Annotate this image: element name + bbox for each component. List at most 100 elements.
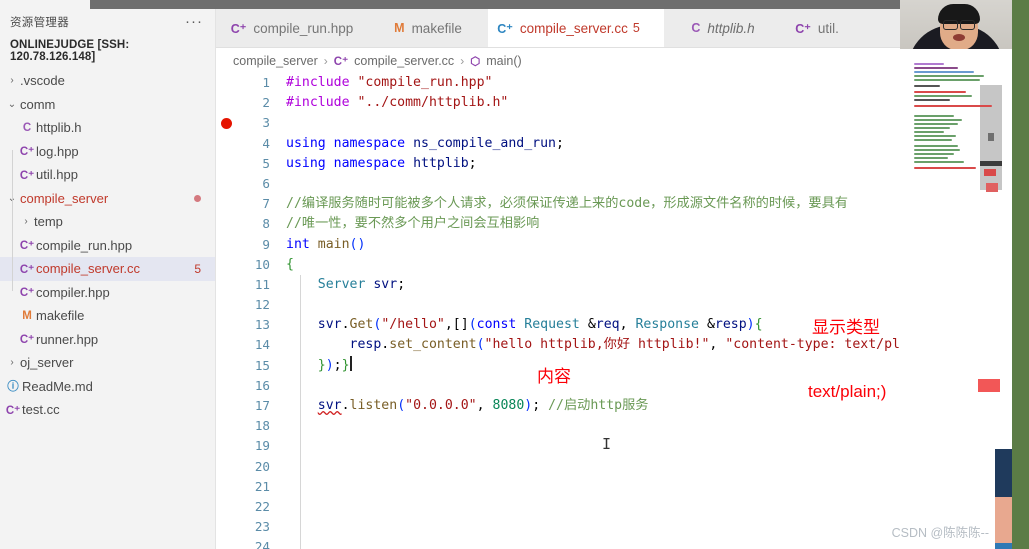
- line-number: 20: [254, 458, 270, 474]
- line-text: using namespace ns_compile_and_run;: [286, 135, 564, 151]
- line-number: 13: [254, 317, 270, 333]
- cpp-file-icon: C⁺: [19, 146, 35, 159]
- text-caret: [349, 355, 352, 371]
- sidebar-item-compiler-hpp[interactable]: C⁺ compiler.hpp: [0, 281, 215, 305]
- explorer-header: 资源管理器 ···: [0, 9, 215, 35]
- workspace-root-label[interactable]: ONLINEJUDGE [SSH: 120.78.126.148]: [0, 35, 215, 69]
- line-number: 22: [254, 498, 270, 514]
- sidebar-item-label: .vscode: [20, 73, 65, 89]
- sidebar-item-label: makefile: [36, 308, 85, 324]
- indent-guide: [300, 275, 301, 549]
- breadcrumb-part[interactable]: compile_server: [233, 54, 318, 68]
- line-number: 9: [262, 236, 270, 252]
- c-file-icon: C: [22, 121, 32, 134]
- preview-code-line: [914, 99, 950, 101]
- titlebar-strip: [90, 0, 1029, 9]
- sidebar-item-label: compiler.hpp: [36, 284, 110, 300]
- line-text: Server svr;: [317, 276, 406, 292]
- chevron-right-icon[interactable]: ›: [4, 357, 20, 368]
- sidebar-item--vscode[interactable]: › .vscode: [0, 69, 215, 93]
- line-number: 11: [254, 276, 270, 292]
- preview-code-line: [914, 127, 950, 129]
- chevron-down-icon[interactable]: ⌄: [4, 99, 20, 110]
- sidebar-item-runner-hpp[interactable]: C⁺ runner.hpp: [0, 328, 215, 352]
- mouse-cursor-ibeam: I: [602, 435, 612, 453]
- breadcrumb-part[interactable]: main(): [486, 54, 521, 68]
- line-number: 24: [254, 539, 270, 549]
- line-text: });}: [317, 355, 352, 373]
- sidebar-item-makefile[interactable]: Mmakefile: [0, 304, 215, 328]
- problem-count-badge: 5: [194, 261, 201, 276]
- line-text: resp.set_content("hello httplib,你好 httpl…: [349, 337, 900, 353]
- titlebar-left-filler: [0, 0, 92, 9]
- line-text: {: [286, 256, 294, 272]
- tab-makefile[interactable]: Mmakefile: [368, 9, 488, 47]
- tab-label: httplib.h: [707, 20, 755, 36]
- cpp-file-icon: C⁺: [5, 404, 21, 417]
- preview-code-line: [914, 161, 964, 163]
- preview-code-line: [914, 105, 992, 107]
- preview-code-line: [914, 167, 976, 169]
- sidebar-item-httplib-h[interactable]: Chttplib.h: [0, 116, 215, 140]
- breadcrumb-separator: ›: [460, 53, 465, 68]
- sidebar-item-readme-md[interactable]: ⓘ ReadMe.md: [0, 375, 215, 399]
- sidebar-item-compile-run-hpp[interactable]: C⁺ compile_run.hpp: [0, 234, 215, 258]
- line-number: 7: [262, 196, 270, 212]
- sidebar-item-compile-server[interactable]: ⌄compile_server: [0, 187, 215, 211]
- makefile-icon: M: [22, 309, 32, 322]
- tab-httplib-h[interactable]: Chttplib.h: [664, 9, 782, 47]
- cpp-file-icon: C⁺: [19, 240, 35, 253]
- preview-code-line: [914, 131, 944, 133]
- sidebar-item-label: ReadMe.md: [22, 378, 93, 394]
- annot-content: 内容: [537, 367, 571, 386]
- sidebar-item-test-cc[interactable]: C⁺ test.cc: [0, 398, 215, 422]
- preview-person-bottom: [995, 543, 1012, 549]
- sidebar-item-label: compile_server.cc: [36, 261, 141, 277]
- line-number: 21: [254, 478, 270, 494]
- preview-panel-square: [988, 133, 994, 141]
- cpp-file-icon: C⁺: [19, 263, 35, 276]
- sidebar-item-log-hpp[interactable]: C⁺ log.hpp: [0, 140, 215, 164]
- preview-person-top: [995, 449, 1012, 497]
- tab-util-[interactable]: C⁺ util.: [782, 9, 852, 47]
- annot-value: text/plain;): [808, 382, 887, 401]
- tab-label: makefile: [411, 20, 462, 36]
- chevron-right-icon[interactable]: ›: [18, 216, 34, 227]
- tab-compile-server-cc[interactable]: C⁺ compile_server.cc 5: [488, 9, 664, 47]
- line-text: svr.listen("0.0.0.0", 8080); //启动http服务: [317, 398, 649, 413]
- chevron-right-icon[interactable]: ›: [4, 75, 20, 86]
- sidebar-item-label: temp: [34, 214, 63, 230]
- preview-code-line: [914, 145, 958, 147]
- explorer-file-tree: › .vscode ⌄ comm Chttplib.h C⁺ log.hpp C⁺ util.h…: [0, 69, 215, 422]
- cpp-file-icon: C⁺: [497, 21, 513, 36]
- tab-label: compile_server.cc: [519, 20, 628, 36]
- explorer-more-icon[interactable]: ···: [185, 14, 203, 29]
- glasses-icon: [943, 20, 975, 30]
- breadcrumb-part[interactable]: compile_server.cc: [354, 54, 454, 68]
- cpp-file-icon: C⁺: [19, 334, 35, 347]
- sidebar-item-util-hpp[interactable]: C⁺ util.hpp: [0, 163, 215, 187]
- cpp-file-icon: C⁺: [795, 21, 811, 36]
- sidebar-item-compile-server-cc[interactable]: C⁺ compile_server.cc 5: [0, 257, 215, 281]
- line-number: 6: [262, 175, 270, 191]
- sidebar-item-comm[interactable]: ⌄ comm: [0, 93, 215, 117]
- sidebar-item-temp[interactable]: › temp: [0, 210, 215, 234]
- preview-panel-bar: [980, 161, 1002, 166]
- tab-compile-run-hpp[interactable]: C⁺ compile_run.hpp: [216, 9, 368, 47]
- makefile-icon: M: [394, 21, 405, 35]
- sidebar-item-label: oj_server: [20, 355, 74, 371]
- breadcrumb-separator: ›: [323, 53, 328, 68]
- sidebar-item-oj-server[interactable]: › oj_server: [0, 351, 215, 375]
- vscode-window: 资源管理器 ··· ONLINEJUDGE [SSH: 120.78.126.1…: [0, 0, 1029, 549]
- preview-code-line: [914, 85, 940, 87]
- cpp-file-icon: C⁺: [230, 21, 247, 36]
- preview-side-panel: [980, 85, 1002, 192]
- preview-person: [995, 449, 1012, 549]
- line-text: //编译服务随时可能被多个人请求，必须保证传递上来的code，形成源文件名称的时…: [286, 196, 848, 212]
- line-text: //唯一性，要不然多个用户之间会互相影响: [286, 216, 540, 232]
- c-file-icon: C: [691, 21, 701, 35]
- webcam-person-mouth: [953, 34, 965, 41]
- preview-code-line: [914, 75, 984, 77]
- sidebar-item-label: log.hpp: [36, 143, 79, 159]
- preview-code-line: [914, 67, 958, 69]
